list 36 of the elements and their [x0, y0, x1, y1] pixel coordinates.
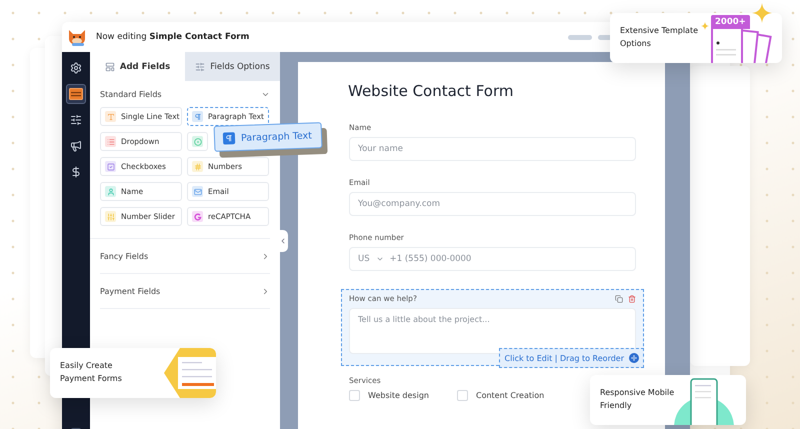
checkbox-label: Content Creation [476, 391, 544, 400]
trash-icon[interactable] [628, 295, 636, 303]
chevron-right-icon[interactable] [261, 252, 270, 260]
chevron-right-icon[interactable] [261, 286, 270, 296]
form-icon [69, 88, 83, 100]
callout-text: Extensive Template Options [620, 25, 700, 50]
sparkle-icon [701, 22, 709, 30]
callout-text: Easily Create Payment Forms [60, 360, 123, 385]
edit-hint-tag[interactable]: Click to Edit | Drag to Reorder [498, 348, 644, 368]
editing-title: Now editing Simple Contact Form [96, 32, 250, 42]
move-icon [629, 353, 639, 363]
toolbar-skeleton-bar [568, 34, 592, 40]
checkbox[interactable] [456, 390, 468, 401]
paragraph-icon [222, 132, 236, 145]
form-title: Website Contact Form [348, 82, 514, 100]
layout-icon [104, 62, 115, 72]
sparkle-icon [752, 3, 772, 23]
section-title[interactable]: Standard Fields [100, 90, 162, 98]
sliders-icon [195, 62, 206, 72]
checkbox[interactable] [349, 390, 360, 401]
settings-icon [70, 62, 82, 74]
copy-icon[interactable] [615, 295, 623, 303]
sliders-icon [70, 114, 82, 126]
dollar-icon [70, 166, 82, 178]
section-title[interactable]: Fancy Fields [100, 252, 148, 260]
section-title[interactable]: Payment Fields [100, 286, 160, 296]
template-count-badge: 2000+ [711, 15, 750, 29]
field-type-button[interactable] [187, 132, 208, 151]
collapse-handle[interactable] [278, 230, 288, 252]
fox-mascot-logo [66, 27, 88, 47]
checkbox-label: Website design [368, 391, 429, 400]
panel-tab[interactable]: Fields Options [185, 52, 280, 81]
callout-text: Responsive Mobile Friendly [600, 387, 676, 412]
megaphone-icon [70, 140, 82, 152]
chevron-down-icon [376, 255, 384, 263]
sidebar-nav-button[interactable] [66, 84, 86, 104]
